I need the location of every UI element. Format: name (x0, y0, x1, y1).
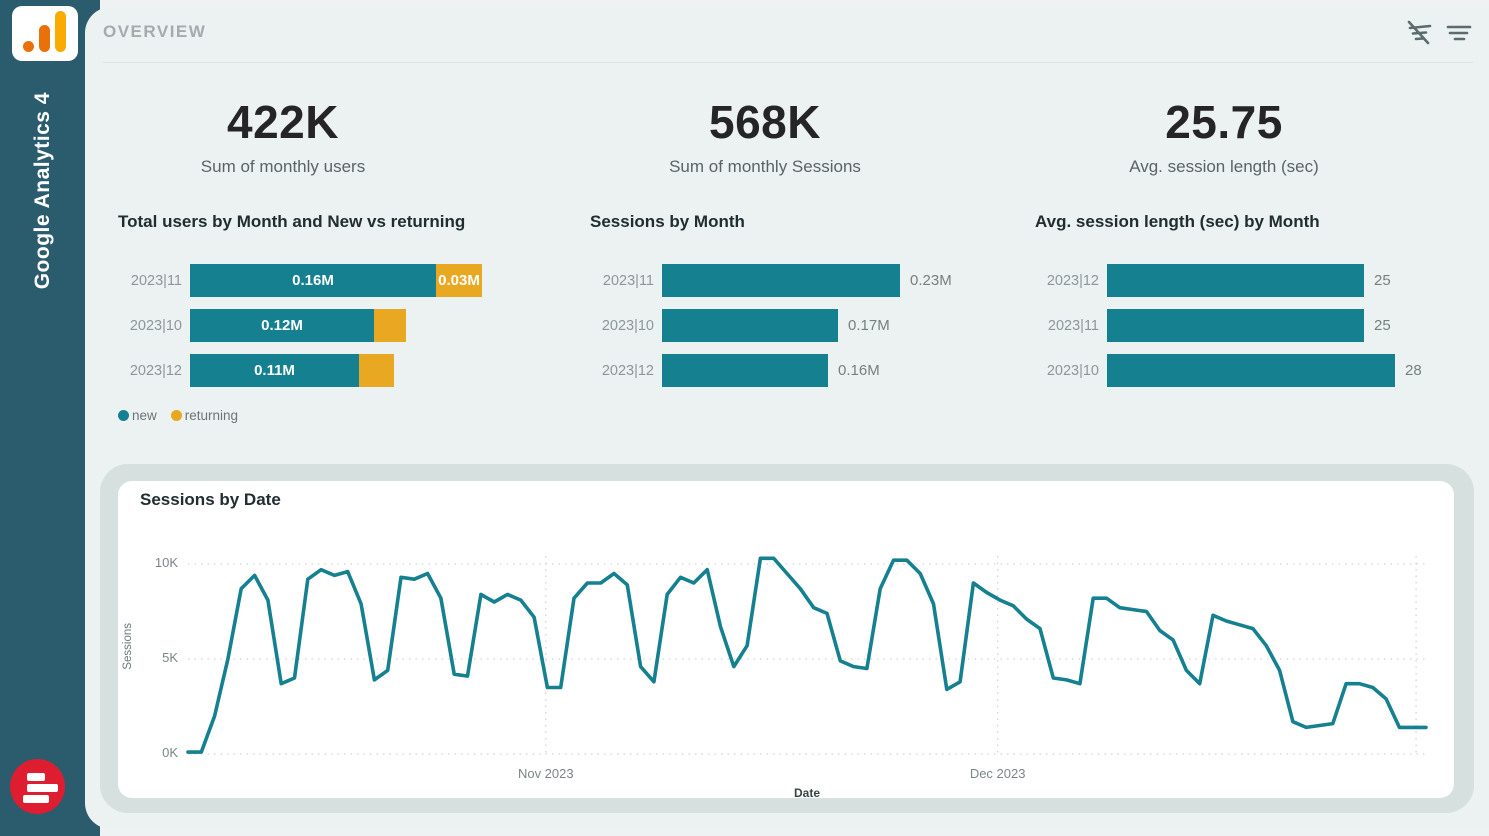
category-label: 2023|12 (1046, 272, 1099, 289)
bar-row: 2023|11 0.16M 0.03M (118, 264, 588, 297)
category-label: 2023|12 (601, 362, 654, 379)
bar-value-label: 0.23M (910, 272, 952, 289)
y-axis-title: Sessions (122, 622, 134, 670)
category-label: 2023|11 (602, 272, 654, 289)
sessions-line-chart[interactable] (186, 551, 1428, 761)
red-bars-logo (10, 759, 65, 814)
bar-segment[interactable] (1107, 309, 1364, 342)
kpi-label: Avg. session length (sec) (1129, 157, 1319, 176)
ga-logo-dot (23, 41, 34, 52)
bar-value-label: 25 (1374, 272, 1391, 289)
y-tick-label: 10K (154, 555, 178, 570)
bar-row: 2023|11 0.23M (590, 264, 1030, 297)
chart-legend: new returning (118, 408, 588, 423)
legend-dot (170, 410, 182, 421)
bar-segment[interactable] (662, 309, 838, 342)
bar-track (662, 354, 828, 387)
category-label: 2023|10 (601, 317, 654, 334)
chart-title: Avg. session length (sec) by Month (1035, 212, 1320, 231)
bar-value-label: 0.17M (848, 317, 890, 334)
kpi-value: 25.75 (1165, 96, 1283, 148)
bar-track: 0.16M 0.03M (190, 264, 482, 297)
header-divider (103, 62, 1473, 63)
bar-row: 2023|12 25 (1035, 264, 1489, 297)
bar-segment-returning[interactable]: 0.03M (436, 264, 482, 297)
legend-item-returning[interactable]: returning (170, 408, 239, 423)
bar-segment-new[interactable]: 0.16M (190, 264, 436, 297)
category-label: 2023|12 (129, 362, 182, 379)
legend-dot (118, 410, 129, 421)
bar-row: 2023|12 0.16M (590, 354, 1030, 387)
sessions-by-date-card: Sessions by Date 0K 5K 10K Sessions Nov 2023… (118, 481, 1454, 800)
bar-track (1107, 309, 1364, 342)
bar-value-label: 0.16M (838, 362, 880, 379)
main-panel: OVERVIEW 422K Sum of monthly users 568K … (85, 7, 1489, 829)
kpi-label: Sum of monthly Sessions (669, 157, 861, 176)
google-analytics-logo (12, 6, 78, 61)
bar-track: 0.11M (190, 354, 394, 387)
bar-segment-returning[interactable] (359, 354, 394, 387)
bar-rows: 2023|11 0.23M 2023|10 0.17M 2023|12 0.16M (590, 264, 1030, 387)
bar-track (662, 264, 900, 297)
bar-row: 2023|10 0.17M (590, 309, 1030, 342)
ga-logo-mid-bar (39, 25, 50, 52)
kpi-card-sessions: 568K Sum of monthly Sessions (600, 95, 930, 177)
bar-track (662, 309, 838, 342)
bar-rows: 2023|11 0.16M 0.03M 2023|10 0.12M 2023|12 0.11… (118, 264, 588, 387)
legend-label: returning (184, 408, 239, 423)
category-label: 2023|11 (1047, 317, 1099, 334)
bar-segment[interactable] (662, 264, 900, 297)
total-users-by-month-chart: Total users by Month and New vs returnin… (118, 212, 588, 423)
category-label: 2023|10 (1046, 362, 1099, 379)
header-icons (1403, 17, 1475, 49)
bar-track (1107, 354, 1395, 387)
avg-session-length-chart: Avg. session length (sec) by Month 2023|… (1035, 212, 1489, 399)
kpi-value: 568K (709, 96, 821, 148)
category-label: 2023|11 (130, 272, 182, 289)
sessions-by-month-chart: Sessions by Month 2023|11 0.23M 2023|10 0.1… (590, 212, 1030, 399)
bar-row: 2023|10 28 (1035, 354, 1489, 387)
bar-segment[interactable] (662, 354, 828, 387)
bar-segment[interactable] (1107, 264, 1364, 297)
bar-segment-new[interactable]: 0.12M (190, 309, 374, 342)
page-title: OVERVIEW (103, 22, 207, 41)
bar-row: 2023|12 0.11M (118, 354, 588, 387)
ga-logo-tall-bar (55, 11, 66, 52)
kpi-label: Sum of monthly users (200, 157, 366, 176)
bar-track: 0.12M (190, 309, 406, 342)
sessions-line[interactable] (186, 556, 1428, 754)
filter-off-icon[interactable] (1403, 17, 1435, 49)
legend-item-new[interactable]: new (118, 408, 157, 423)
kpi-value: 422K (227, 96, 339, 148)
x-axis-title: Date (793, 786, 820, 800)
sessions-by-date-container: Sessions by Date 0K 5K 10K Sessions Nov 2023… (100, 464, 1474, 813)
x-tick-label: Dec 2023 (969, 766, 1026, 781)
category-label: 2023|10 (129, 317, 182, 334)
filter-icon[interactable] (1443, 17, 1475, 49)
bar-row: 2023|11 25 (1035, 309, 1489, 342)
x-tick-label: Nov 2023 (517, 766, 574, 781)
bar-track (1107, 264, 1364, 297)
kpi-card-session-length: 25.75 Avg. session length (sec) (1059, 95, 1389, 177)
bar-row: 2023|10 0.12M (118, 309, 588, 342)
chart-title: Total users by Month and New vs returnin… (118, 212, 466, 231)
legend-label: new (132, 408, 157, 423)
bar-segment-new[interactable]: 0.11M (190, 354, 359, 387)
line-chart-plot: 0K 5K 10K Sessions Nov 2023 Dec 2023 Date (118, 481, 1454, 800)
kpi-card-users: 422K Sum of monthly users (118, 95, 448, 177)
bar-value-label: 25 (1374, 317, 1391, 334)
bar-segment-returning[interactable] (374, 309, 406, 342)
bar-segment[interactable] (1107, 354, 1395, 387)
bar-rows: 2023|12 25 2023|11 25 2023|10 28 (1035, 264, 1489, 387)
y-tick-label: 0K (162, 745, 178, 760)
sidebar-title: Google Analytics 4 (31, 92, 54, 290)
dashboard-page: Google Analytics 4 OVERVIEW 422K Sum of … (0, 0, 1489, 836)
chart-title: Sessions by Month (590, 212, 745, 231)
bar-value-label: 28 (1405, 362, 1422, 379)
